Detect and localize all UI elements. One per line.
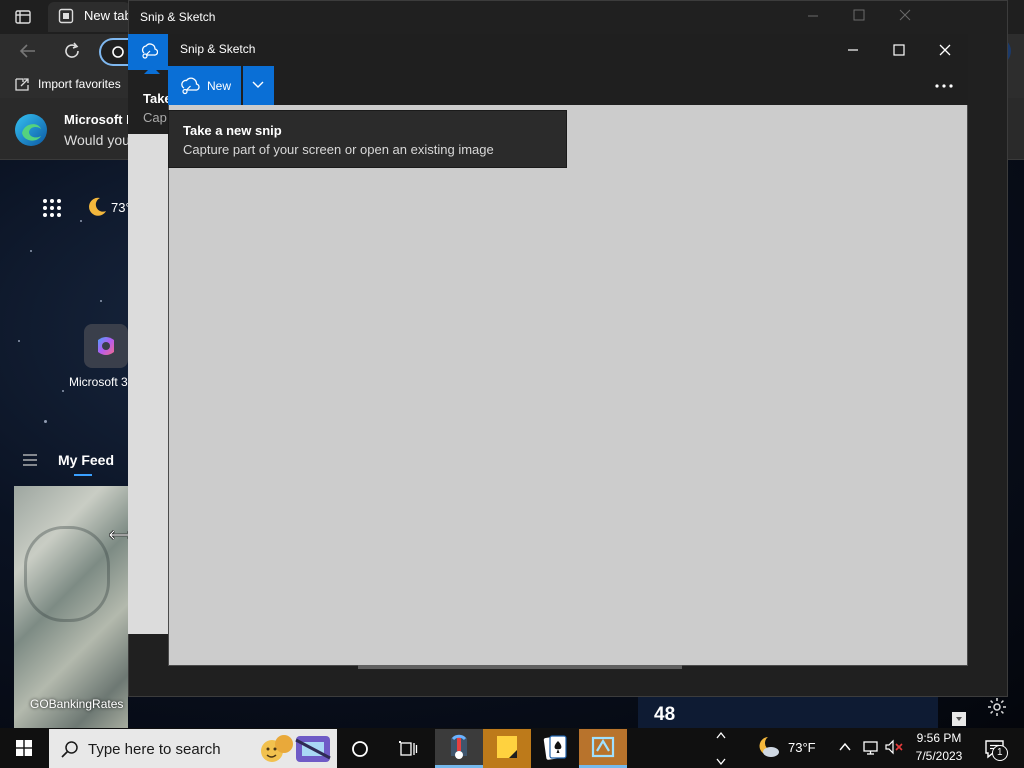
close-button[interactable] bbox=[935, 40, 955, 60]
snip-back-title: Snip & Sketch bbox=[140, 10, 216, 24]
tooltip-title: Take a new snip bbox=[183, 123, 282, 138]
taskbar-sticky-notes[interactable] bbox=[483, 729, 531, 768]
see-more-button[interactable] bbox=[925, 72, 963, 100]
network-icon[interactable] bbox=[862, 739, 880, 755]
taskbar-snip-sketch[interactable] bbox=[435, 729, 483, 768]
snip-toolbar bbox=[168, 66, 968, 105]
my-feed-underline bbox=[74, 474, 92, 476]
snip-app-icon bbox=[140, 42, 158, 60]
task-view-button[interactable] bbox=[396, 737, 420, 761]
snip-window-title: Snip & Sketch bbox=[180, 42, 256, 56]
new-tab-icon bbox=[58, 8, 74, 24]
promo-title: Microsoft E bbox=[64, 112, 135, 127]
settings-gear-icon[interactable] bbox=[987, 697, 1007, 717]
new-snip-tooltip bbox=[168, 110, 567, 168]
volume-muted-icon[interactable] bbox=[884, 739, 904, 755]
new-snip-label: New bbox=[207, 79, 232, 93]
weather-moon-icon bbox=[86, 196, 108, 218]
chevron-down-icon bbox=[251, 80, 265, 90]
tray-date[interactable]: 7/5/2023 bbox=[908, 749, 970, 763]
address-search-icon bbox=[111, 45, 125, 59]
tray-time[interactable]: 9:56 PM bbox=[908, 731, 970, 745]
tooltip-caret bbox=[144, 66, 160, 74]
show-more-icons-arrow[interactable] bbox=[714, 729, 728, 768]
refresh-icon[interactable] bbox=[62, 41, 82, 61]
cortana-button[interactable] bbox=[348, 737, 372, 761]
news-card-source: GOBankingRates bbox=[30, 697, 124, 711]
windows-logo-icon bbox=[16, 740, 32, 756]
news-card-number: 48 bbox=[654, 704, 676, 725]
hamburger-menu-icon[interactable] bbox=[22, 453, 38, 467]
apps-launcher-icon[interactable] bbox=[42, 198, 62, 218]
tab-actions-icon[interactable] bbox=[14, 8, 32, 26]
search-icon bbox=[60, 739, 80, 759]
minimize-button[interactable] bbox=[843, 40, 863, 60]
scroll-down-arrow-icon[interactable] bbox=[952, 712, 966, 726]
search-placeholder: Type here to search bbox=[88, 741, 221, 758]
import-favorites-icon bbox=[14, 76, 30, 92]
maximize-button[interactable] bbox=[889, 40, 909, 60]
import-favorites-link[interactable]: Import favorites bbox=[38, 77, 121, 91]
back-maximize-button[interactable] bbox=[852, 8, 866, 22]
tooltip-description: Capture part of your screen or open an e… bbox=[183, 142, 494, 157]
weather-icon[interactable] bbox=[756, 735, 782, 759]
promo-text: Would you bbox=[64, 132, 130, 148]
search-highlight-icon bbox=[256, 730, 334, 766]
my-feed-tab[interactable]: My Feed bbox=[58, 452, 114, 468]
back-arrow-icon[interactable] bbox=[18, 42, 38, 60]
hidden-icons-chevron-icon[interactable] bbox=[838, 741, 852, 753]
canvas-scrollbar[interactable] bbox=[358, 665, 682, 669]
back-close-button[interactable] bbox=[898, 8, 912, 22]
browser-tab-label: New tab bbox=[84, 8, 132, 23]
edge-logo-icon bbox=[14, 113, 48, 147]
back-capture-label: Cap bbox=[143, 110, 167, 125]
taskbar-solitaire[interactable] bbox=[531, 729, 579, 768]
copilot-icon bbox=[94, 334, 118, 358]
news-card-image[interactable] bbox=[14, 486, 128, 728]
quick-link-label: Microsoft 3 bbox=[69, 375, 128, 389]
new-snip-icon bbox=[180, 76, 200, 96]
notification-count: 1 bbox=[997, 747, 1003, 758]
back-minimize-button[interactable] bbox=[806, 8, 820, 22]
taskbar-active-app[interactable] bbox=[579, 729, 627, 768]
tray-temperature[interactable]: 73°F bbox=[788, 740, 816, 755]
